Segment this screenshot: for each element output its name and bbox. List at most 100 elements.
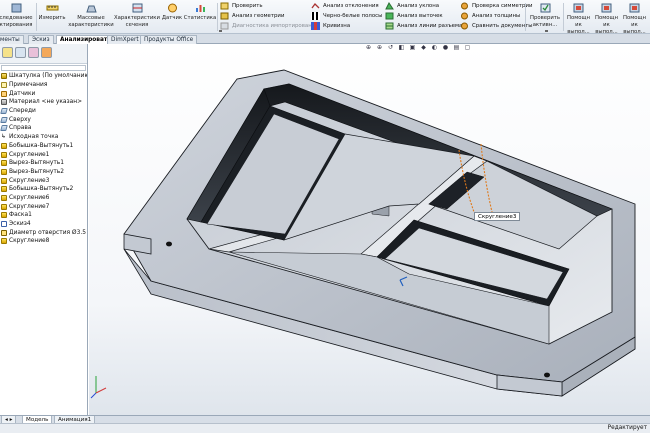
- measure-button[interactable]: Измерить: [37, 2, 67, 22]
- configuration-manager-tab-icon[interactable]: [28, 47, 39, 58]
- part-model[interactable]: [89, 44, 650, 415]
- statistics-label: Статистика: [183, 15, 217, 21]
- symmetry-check-button[interactable]: Проверка симметрии: [460, 1, 532, 10]
- feature-icon: [1, 168, 7, 175]
- check-active-label: Проверить активн...: [530, 15, 560, 28]
- plane-icon: [0, 108, 8, 115]
- tree-item-label: Бобышка-Вытянуть1: [9, 142, 74, 149]
- tree-item-label: Бобышка-Вытянуть2: [9, 186, 74, 193]
- tree-item-label: Справа: [9, 125, 32, 132]
- tree-item[interactable]: Справа: [0, 124, 87, 133]
- deviation-analysis-button[interactable]: Анализ отклонения: [311, 1, 379, 10]
- curvature-button[interactable]: Кривизна: [311, 21, 350, 30]
- assistant-label-1: Помощн ик выпол...: [567, 15, 590, 35]
- curvature-icon: [311, 21, 320, 30]
- property-manager-tab-icon[interactable]: [15, 47, 26, 58]
- tab-dimxpert[interactable]: DimXpert: [107, 35, 143, 44]
- tree-item[interactable]: Вырез-Вытянуть2: [0, 168, 87, 177]
- feature-icon: [1, 177, 7, 184]
- check-active-button[interactable]: Проверить активн...: [528, 2, 562, 29]
- tree-item[interactable]: Датчики: [0, 89, 87, 98]
- feature-icon: [1, 151, 7, 158]
- plane-icon: [0, 125, 8, 132]
- tab-features[interactable]: менты: [0, 35, 24, 44]
- thickness-analysis-button[interactable]: Анализ толщины: [460, 11, 520, 20]
- tree-item-label: Скругление3: [9, 177, 50, 184]
- feature-icon: [1, 142, 7, 149]
- feature-tree: Шкатулка (По умолчанию<<П ПримечанияДатчи…: [0, 72, 87, 246]
- tree-item[interactable]: Сверху: [0, 115, 87, 124]
- tree-item[interactable]: Скругление8: [0, 237, 87, 246]
- status-editing: Редактирует: [607, 425, 647, 431]
- tree-item[interactable]: Шкатулка (По умолчанию<<П: [0, 72, 87, 81]
- origin-icon: ↳: [1, 134, 6, 141]
- tree-item-label: Материал <не указан>: [9, 99, 83, 106]
- tree-item[interactable]: Бобышка-Вытянуть2: [0, 185, 87, 194]
- geometry-analysis-button[interactable]: Анализ геометрии: [220, 11, 284, 20]
- tree-item[interactable]: Бобышка-Вытянуть1: [0, 142, 87, 151]
- mass-properties-button[interactable]: Массовые характеристики: [68, 2, 114, 29]
- section-icon: [132, 3, 142, 13]
- tree-item-label: Диаметр отверстия Ø3.5 (3.5: [9, 229, 87, 236]
- tree-item[interactable]: Скругление1: [0, 150, 87, 159]
- design-study-button[interactable]: следование ктирования: [0, 2, 34, 29]
- material-icon: [1, 99, 7, 106]
- tree-item-label: Эскиз4: [9, 221, 31, 228]
- tree-item[interactable]: Материал <не указан>: [0, 98, 87, 107]
- assistant-button-3[interactable]: Помощн ик выпол...: [621, 2, 648, 36]
- parting-line-icon: [385, 22, 394, 29]
- tree-item[interactable]: Скругление7: [0, 202, 87, 211]
- compare-documents-button[interactable]: Сравнить документы: [460, 21, 533, 30]
- feature-manager-tab-icon[interactable]: [2, 47, 13, 58]
- undercut-analysis-button[interactable]: Анализ выточек: [385, 11, 443, 20]
- import-diagnostics-button[interactable]: Диагностика импортирования: [220, 21, 318, 30]
- ribbon-overflow-arrow[interactable]: [219, 30, 222, 32]
- sensor-button[interactable]: Датчик: [160, 2, 184, 22]
- section-properties-label: Характеристики сечения: [114, 15, 160, 28]
- command-manager-ribbon: следование ктирования Измерить Массовые ха…: [0, 0, 650, 36]
- part-icon: [1, 73, 7, 80]
- feature-icon: [1, 203, 7, 210]
- note-icon: [1, 82, 7, 89]
- tree-item[interactable]: Скругление3: [0, 176, 87, 185]
- feature-icon: [1, 212, 7, 219]
- feature-filter-input[interactable]: [1, 65, 86, 71]
- tab-office-products[interactable]: Продукты Office: [140, 35, 198, 44]
- tree-item[interactable]: Фаска1: [0, 211, 87, 220]
- tree-item-label: Вырез-Вытянуть2: [9, 168, 64, 175]
- tree-item-label: Скругление1: [9, 151, 50, 158]
- zebra-stripes-button[interactable]: Черно-белые полосы: [311, 11, 382, 20]
- symmetry-icon: [461, 2, 468, 9]
- draft-analysis-icon: [385, 1, 394, 9]
- zebra-stripes-icon: [311, 11, 320, 20]
- draft-analysis-button[interactable]: Анализ уклона: [385, 1, 439, 10]
- assistant-label-3: Помощн ик выпол...: [623, 15, 646, 35]
- tree-item[interactable]: Спереди: [0, 107, 87, 116]
- tree-item[interactable]: Скругление6: [0, 194, 87, 203]
- sketch-icon: [1, 221, 7, 228]
- compare-icon: [461, 22, 468, 29]
- sensor-icon: [167, 3, 177, 13]
- tree-item[interactable]: Вырез-Вытянуть1: [0, 159, 87, 168]
- status-bar: Редактирует: [0, 423, 650, 433]
- model-tabs: ◂ ▸ Модель Анимация1: [0, 415, 650, 424]
- section-properties-button[interactable]: Характеристики сечения: [114, 2, 160, 29]
- feature-manager-toolbar: [0, 44, 87, 64]
- hole-icon: [1, 229, 7, 236]
- graphics-area[interactable]: ⊕ ⊕ ↺ ◧ ▣ ◆ ◐ ● ▤ ▢ Скругление3: [89, 44, 650, 415]
- assistant-button-1[interactable]: Помощн ик выпол...: [565, 2, 592, 36]
- tree-item[interactable]: Примечания: [0, 81, 87, 90]
- tree-item[interactable]: Диаметр отверстия Ø3.5 (3.5: [0, 228, 87, 237]
- tree-item[interactable]: Эскиз4: [0, 220, 87, 229]
- statistics-button[interactable]: Статистика: [184, 2, 216, 22]
- parting-line-analysis-button[interactable]: Анализ линии разъема: [385, 21, 462, 30]
- tab-sketch[interactable]: Эскиз: [28, 35, 54, 44]
- ribbon-overflow-arrow[interactable]: [545, 30, 548, 32]
- assistant-button-2[interactable]: Помощн ик выпол...: [593, 2, 620, 36]
- sensor-label: Датчик: [161, 15, 183, 21]
- display-manager-tab-icon[interactable]: [41, 47, 52, 58]
- tree-item-label: Вырез-Вытянуть1: [9, 160, 64, 167]
- check-button[interactable]: Проверить: [220, 1, 263, 10]
- tree-item[interactable]: ↳ Исходная точка: [0, 133, 87, 142]
- statistics-icon: [195, 5, 205, 12]
